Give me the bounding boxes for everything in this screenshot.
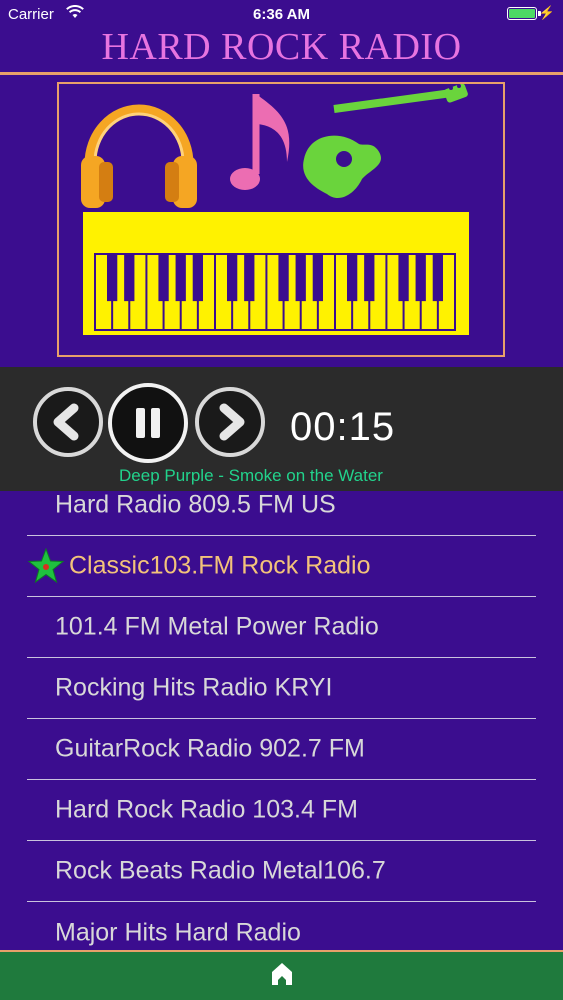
piano-black-key xyxy=(175,254,186,302)
pause-icon xyxy=(136,408,160,438)
piano-black-key xyxy=(398,254,409,302)
piano-black-key xyxy=(227,254,238,302)
station-name: Rocking Hits Radio KRYI xyxy=(55,673,333,702)
piano-black-key xyxy=(244,254,255,302)
guitar-icon xyxy=(303,84,468,199)
title-divider xyxy=(0,72,563,75)
station-item-favorite[interactable]: Classic103.FM Rock Radio xyxy=(27,536,536,597)
clock: 6:36 AM xyxy=(253,6,310,23)
next-button[interactable] xyxy=(195,387,265,457)
piano-black-key xyxy=(278,254,289,302)
piano-black-key xyxy=(192,254,203,302)
app-title: HARD ROCK RADIO xyxy=(101,26,462,68)
station-name: Hard Radio 809.5 FM US xyxy=(55,491,336,519)
piano-black-key xyxy=(415,254,426,302)
station-name: GuitarRock Radio 902.7 FM xyxy=(55,734,365,763)
previous-button[interactable] xyxy=(33,387,103,457)
pause-button[interactable] xyxy=(108,383,188,463)
piano-black-key xyxy=(295,254,306,302)
piano-black-key xyxy=(158,254,169,302)
station-item[interactable]: 101.4 FM Metal Power Radio xyxy=(27,597,536,658)
music-note-icon xyxy=(230,94,290,190)
station-name: Major Hits Hard Radio xyxy=(55,918,301,946)
tab-bar xyxy=(0,950,563,1000)
piano-black-key xyxy=(347,254,358,302)
charging-icon: ⚡ xyxy=(538,5,555,20)
battery-icon xyxy=(507,7,537,20)
chevron-left-icon xyxy=(53,403,79,441)
station-item[interactable]: Rock Beats Radio Metal106.7 xyxy=(27,841,536,902)
piano-black-key xyxy=(364,254,375,302)
station-item[interactable]: Rocking Hits Radio KRYI xyxy=(27,658,536,719)
piano-black-key xyxy=(432,254,443,302)
station-name: Rock Beats Radio Metal106.7 xyxy=(55,856,386,885)
station-item[interactable]: Hard Rock Radio 103.4 FM xyxy=(27,780,536,841)
station-artwork xyxy=(57,82,505,357)
station-name: Classic103.FM Rock Radio xyxy=(69,551,371,580)
piano-black-key xyxy=(107,254,118,302)
keyboard-icon xyxy=(83,212,469,335)
piano-black-key xyxy=(124,254,135,302)
station-name: 101.4 FM Metal Power Radio xyxy=(55,612,379,641)
player-bar: 00:15 Deep Purple - Smoke on the Water xyxy=(0,367,563,491)
star-icon xyxy=(27,548,65,584)
station-item[interactable]: Hard Radio 809.5 FM US xyxy=(27,491,536,536)
chevron-right-icon xyxy=(219,403,245,441)
station-item[interactable]: GuitarRock Radio 902.7 FM xyxy=(27,719,536,780)
station-list[interactable]: Hard Radio 809.5 FM US Classic103.FM Roc… xyxy=(0,491,563,950)
headphones-icon xyxy=(81,104,197,208)
piano-black-key xyxy=(312,254,323,302)
now-playing-label: Deep Purple - Smoke on the Water xyxy=(119,466,383,485)
station-item[interactable]: Major Hits Hard Radio xyxy=(27,902,536,950)
station-name: Hard Rock Radio 103.4 FM xyxy=(55,795,358,824)
elapsed-time: 00:15 xyxy=(290,405,396,449)
status-bar: Carrier 6:36 AM ⚡ xyxy=(0,0,563,28)
home-icon[interactable] xyxy=(271,962,293,986)
